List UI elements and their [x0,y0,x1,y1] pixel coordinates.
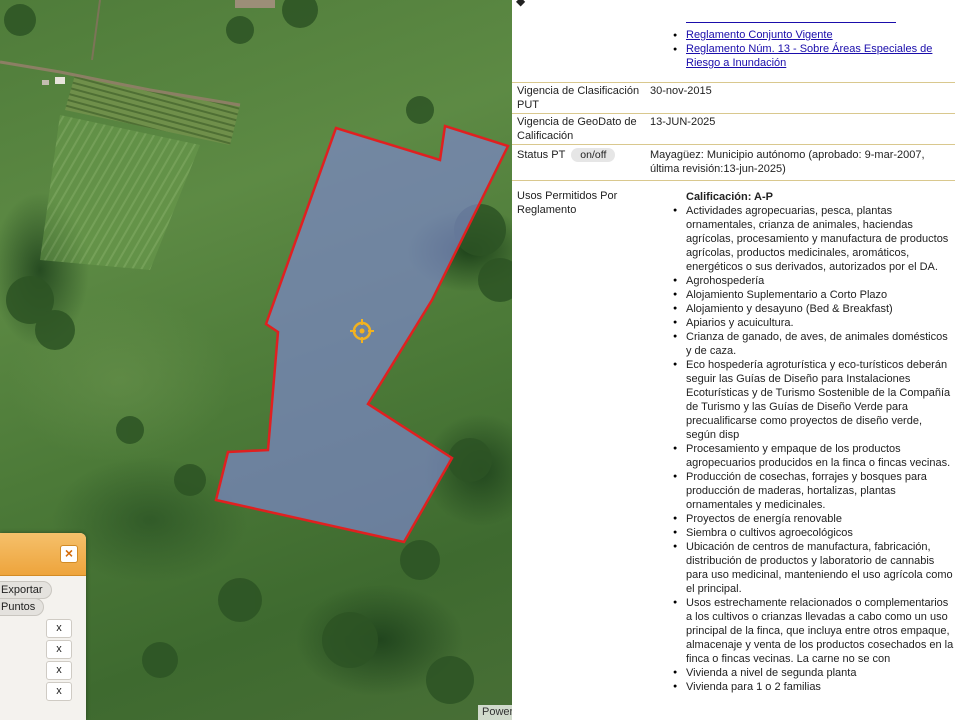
list-item: Crianza de ganado, de aves, de animales … [673,330,954,358]
points-button[interactable]: Puntos [0,598,45,616]
field-value: 30-nov-2015 [650,85,712,97]
regulation-link[interactable]: Reglamento Conjunto Vigente [686,29,833,41]
building [235,0,275,8]
permitted-uses: Calificación: A-P Actividades agropecuar… [673,190,954,694]
divider [512,180,955,181]
clipped-link[interactable] [686,18,896,23]
remove-button[interactable]: x [46,619,72,638]
crop-field [40,115,200,270]
list-item: Apiarios y acuicultura. [673,316,954,330]
list-item: Proyectos de energía renovable [673,512,954,526]
parcel-info-panel[interactable]: ◆ Reglamento Conjunto Vigente Reglamento… [512,0,960,720]
list-item: Producción de cosechas, forrajes y bosqu… [673,470,954,512]
remove-button[interactable]: x [46,682,72,701]
divider [512,82,955,83]
status-label: Status PT [517,149,566,161]
permitted-uses-list: Actividades agropecuarias, pesca, planta… [673,204,954,694]
field-label: Vigencia de GeoDato de Calificación [517,116,637,142]
list-item: Usos estrechamente relacionados o comple… [673,596,954,666]
remove-button[interactable]: x [46,640,72,659]
list-item: Alojamiento Suplementario a Corto Plazo [673,288,954,302]
list-item: Vivienda a nivel de segunda planta [673,666,954,680]
list-item: Reglamento Núm. 13 - Sobre Áreas Especia… [673,42,948,70]
list-item: Siembra o cultivos agroecológicos [673,526,954,540]
list-item: Eco hospedería agroturística y eco-turís… [673,358,954,442]
list-item: Agrohospedería [673,274,954,288]
dirt-track [91,0,101,61]
export-button[interactable]: Exportar [0,581,52,599]
tool-panel: × Exportar Puntos x x x x [0,533,86,720]
chevron-down-icon[interactable]: ◆ [516,0,525,8]
divider [512,144,955,145]
remove-button[interactable]: x [46,661,72,680]
building [55,77,65,84]
close-icon[interactable]: × [60,545,78,563]
zoning-heading: Calificación: A-P [686,191,773,203]
regulation-link[interactable]: Reglamento Núm. 13 - Sobre Áreas Especia… [686,43,932,69]
list-item: Actividades agropecuarias, pesca, planta… [673,204,954,274]
list-item: Ubicación de centros de manufactura, fab… [673,540,954,596]
field-label: Status PT on/off [517,148,645,162]
map-attribution[interactable]: Powered by Esri [478,705,515,720]
tool-panel-header: × [0,533,86,576]
list-item: Reglamento Conjunto Vigente [673,28,960,43]
field-label: Usos Permitidos Por Reglamento [517,190,618,216]
building [42,80,49,85]
field-value: Mayagüez: Municipio autónomo (aprobado: … [650,149,925,175]
list-item: Procesamiento y empaque de los productos… [673,442,954,470]
divider [512,113,955,114]
list-item: Alojamiento y desayuno (Bed & Breakfast) [673,302,954,316]
field-label: Vigencia de Clasificación PUT [517,85,640,111]
list-item: Vivienda para 1 o 2 familias [673,680,954,694]
on-off-toggle[interactable]: on/off [571,148,616,162]
field-value: 13-JUN-2025 [650,116,716,128]
